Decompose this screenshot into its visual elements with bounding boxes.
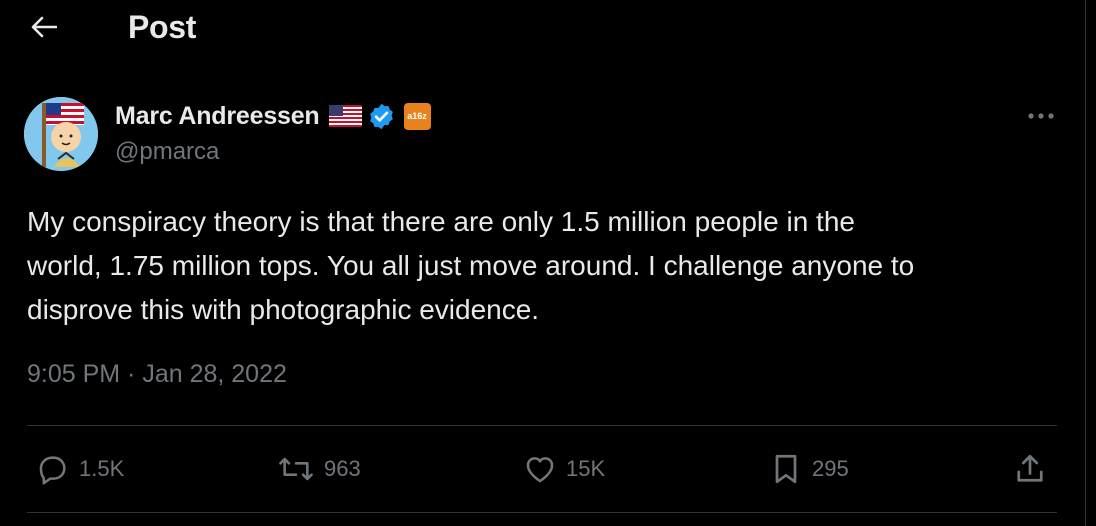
column-divider	[1085, 0, 1086, 526]
verified-badge-icon[interactable]	[367, 102, 396, 131]
bookmark-button[interactable]: 295	[768, 449, 849, 489]
repost-count: 963	[324, 456, 361, 481]
more-options-button[interactable]	[1022, 100, 1060, 132]
divider	[27, 512, 1057, 513]
affiliation-label: a16z	[407, 111, 427, 121]
divider	[27, 425, 1057, 426]
reply-icon	[35, 452, 71, 486]
like-button[interactable]: 15K	[522, 449, 605, 489]
arrow-left-icon	[31, 16, 58, 43]
us-flag-icon	[328, 105, 362, 127]
like-count: 15K	[566, 456, 606, 481]
reply-button[interactable]: 1.5K	[35, 449, 124, 489]
affiliation-badge[interactable]: a16z	[403, 102, 431, 130]
share-button[interactable]	[1012, 449, 1048, 489]
bookmark-count: 295	[812, 456, 849, 481]
back-button[interactable]	[24, 10, 64, 48]
author-display-name[interactable]: Marc Andreessen	[115, 102, 320, 131]
share-icon	[1012, 451, 1048, 487]
author-handle[interactable]: @pmarca	[115, 138, 219, 166]
reply-count: 1.5K	[79, 456, 125, 481]
more-dots-icon	[1027, 107, 1055, 125]
page-header: Post	[0, 0, 1085, 58]
post-timestamp[interactable]: 9:05 PM · Jan 28, 2022	[27, 360, 287, 389]
repost-icon	[276, 452, 316, 486]
repost-button[interactable]: 963	[276, 449, 361, 489]
page-title: Post	[128, 9, 197, 45]
bookmark-icon	[768, 451, 804, 487]
heart-icon	[522, 452, 558, 486]
avatar[interactable]	[24, 97, 98, 171]
author-name-row: Marc Andreessen a16z	[115, 99, 431, 133]
post-text: My conspiracy theory is that there are o…	[27, 206, 915, 325]
